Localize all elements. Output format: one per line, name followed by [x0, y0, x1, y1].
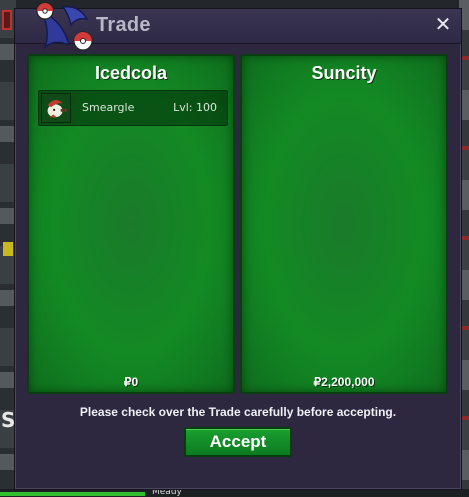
- trade-item[interactable]: Smeargle Lvl: 100: [38, 90, 228, 126]
- item-name: Smeargle: [82, 101, 135, 114]
- background-badge: [2, 10, 12, 30]
- offer-panel-left[interactable]: Icedcola Smeargle Lvl: 100 ₽0: [27, 54, 235, 394]
- trade-window[interactable]: Trade ✕ Icedcola Smeargle Lvl: 100 ₽0 Su…: [14, 2, 462, 490]
- close-icon[interactable]: ✕: [431, 11, 455, 37]
- smeargle-sprite-icon: [41, 93, 71, 123]
- item-level: Lvl: 100: [173, 101, 217, 114]
- player-name-left: Icedcola: [94, 63, 168, 83]
- offer-panel-right[interactable]: Suncity ₽2,200,000: [240, 54, 448, 394]
- health-bar: [0, 492, 145, 496]
- player-name-right: Suncity: [311, 63, 377, 83]
- money-left: ₽0: [123, 375, 139, 389]
- trade-logo-icon: [36, 2, 93, 51]
- trade-notice: Please check over the Trade carefully be…: [79, 405, 397, 419]
- background-marker: [3, 242, 13, 256]
- accept-button[interactable]: Accept: [184, 427, 292, 457]
- money-right: ₽2,200,000: [313, 375, 375, 389]
- window-title: Trade: [96, 14, 151, 36]
- background-bottom-bar: Meady: [0, 487, 469, 497]
